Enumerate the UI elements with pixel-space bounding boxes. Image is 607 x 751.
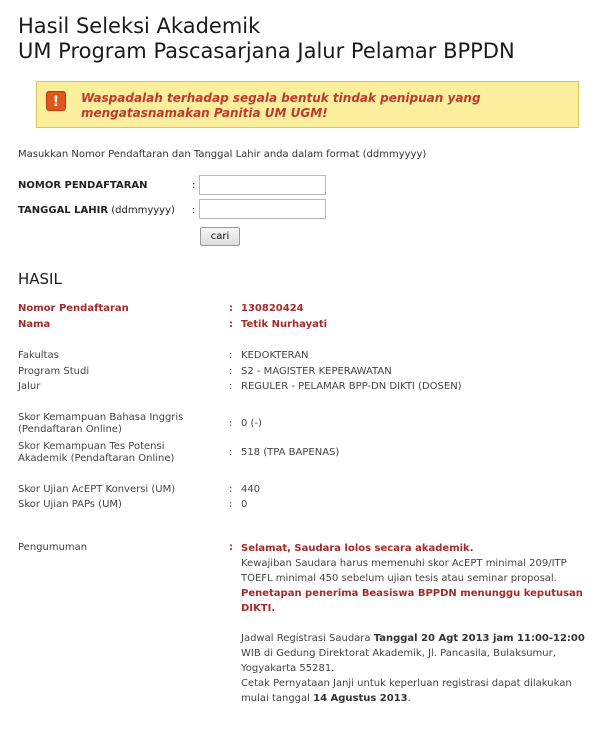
jadwal-suffix: WIB di Gedung Direktorat Akademik, Jl. P… (241, 648, 556, 674)
announcement-jadwal: Jadwal Registrasi Saudara Tanggal 20 Agt… (241, 631, 593, 676)
announcement-cetak: Cetak Pernyataan Janji untuk keperluan r… (241, 676, 593, 706)
result-value-bahasa-inggris: 0 (-) (241, 418, 262, 429)
result-value-tpa: 518 (TPA BAPENAS) (241, 447, 340, 458)
announcement-beasiswa: Penetapan penerima Beasiswa BPPDN menung… (241, 588, 583, 614)
announcement-block: Selamat, Saudara lolos secara akademik. … (241, 541, 593, 706)
result-colon: : (229, 303, 233, 314)
page-title: Hasil Seleksi Akademik UM Program Pascas… (18, 14, 515, 64)
result-colon: : (229, 418, 233, 429)
result-label-prodi: Program Studi (18, 366, 90, 377)
result-label-nama: Nama (18, 319, 51, 330)
form-instruction: Masukkan Nomor Pendaftaran dan Tanggal L… (18, 149, 427, 160)
jadwal-prefix: Jadwal Registrasi Saudara (241, 633, 374, 644)
announcement-headline: Selamat, Saudara lolos secara akademik. (241, 543, 474, 554)
nomor-pendaftaran-input[interactable] (199, 175, 326, 195)
cetak-date: 14 Agustus 2013 (313, 693, 408, 704)
fraud-warning-text: Waspadalah terhadap segala bentuk tindak… (81, 91, 481, 120)
result-colon: : (229, 542, 233, 553)
result-value-acept: 440 (241, 484, 261, 495)
result-colon: : (229, 499, 233, 510)
jadwal-date: Tanggal 20 Agt 2013 jam 11:00-12:00 (373, 633, 585, 644)
announcement-spacer (241, 616, 593, 631)
result-value-nama: Tetik Nurhayati (241, 319, 328, 330)
announcement-note: Kewajiban Saudara harus memenuhi skor Ac… (241, 558, 567, 584)
result-label-bahasa-inggris: Skor Kemampuan Bahasa Inggris (Pendaftar… (18, 412, 218, 436)
tanggal-lahir-label-text: TANGGAL LAHIR (18, 205, 109, 216)
result-colon: : (229, 319, 233, 330)
nomor-pendaftaran-label: NOMOR PENDAFTARAN (18, 179, 148, 193)
result-value-paps: 0 (241, 499, 248, 510)
result-value-jalur: REGULER - PELAMAR BPP-DN DIKTI (DOSEN) (241, 381, 462, 392)
result-colon: : (229, 447, 233, 458)
result-value-fakultas: KEDOKTERAN (241, 350, 309, 361)
result-value-prodi: S2 - MAGISTER KEPERAWATAN (241, 366, 392, 377)
nomor-pendaftaran-colon: : (192, 180, 196, 191)
result-label-pengumuman: Pengumuman (18, 542, 88, 553)
result-colon: : (229, 350, 233, 361)
page-title-line-1: Hasil Seleksi Akademik (18, 14, 261, 38)
fraud-warning-box: ! Waspadalah terhadap segala bentuk tind… (36, 81, 579, 128)
result-label-bahasa-inggris-line-2: (Pendaftaran Online) (18, 424, 122, 435)
result-label-tpa: Skor Kemampuan Tes Potensi Akademik (Pen… (18, 441, 218, 465)
tanggal-lahir-input[interactable] (199, 199, 326, 219)
result-colon: : (229, 484, 233, 495)
search-button[interactable]: cari (200, 227, 240, 246)
results-heading: HASIL (18, 270, 62, 288)
result-label-bahasa-inggris-line-1: Skor Kemampuan Bahasa Inggris (18, 412, 184, 423)
result-colon: : (229, 381, 233, 392)
result-label-tpa-line-2: Akademik (Pendaftaran Online) (18, 453, 175, 464)
result-value-nomor: 130820424 (241, 303, 304, 314)
result-label-jalur: Jalur (18, 381, 41, 392)
result-label-nomor: Nomor Pendaftaran (18, 303, 129, 314)
tanggal-lahir-label: TANGGAL LAHIR (ddmmyyyy) (18, 204, 175, 218)
nomor-pendaftaran-label-text: NOMOR PENDAFTARAN (18, 180, 148, 191)
exclamation-icon: ! (46, 91, 66, 111)
result-label-fakultas: Fakultas (18, 350, 59, 361)
page-title-line-2: UM Program Pascasarjana Jalur Pelamar BP… (18, 39, 515, 63)
result-label-acept: Skor Ujian AcEPT Konversi (UM) (18, 484, 176, 495)
result-label-paps: Skor Ujian PAPs (UM) (18, 499, 122, 510)
cetak-suffix: . (407, 693, 411, 704)
result-label-tpa-line-1: Skor Kemampuan Tes Potensi (18, 441, 165, 452)
result-colon: : (229, 366, 233, 377)
tanggal-lahir-hint: (ddmmyyyy) (111, 205, 175, 216)
tanggal-lahir-colon: : (192, 205, 196, 216)
